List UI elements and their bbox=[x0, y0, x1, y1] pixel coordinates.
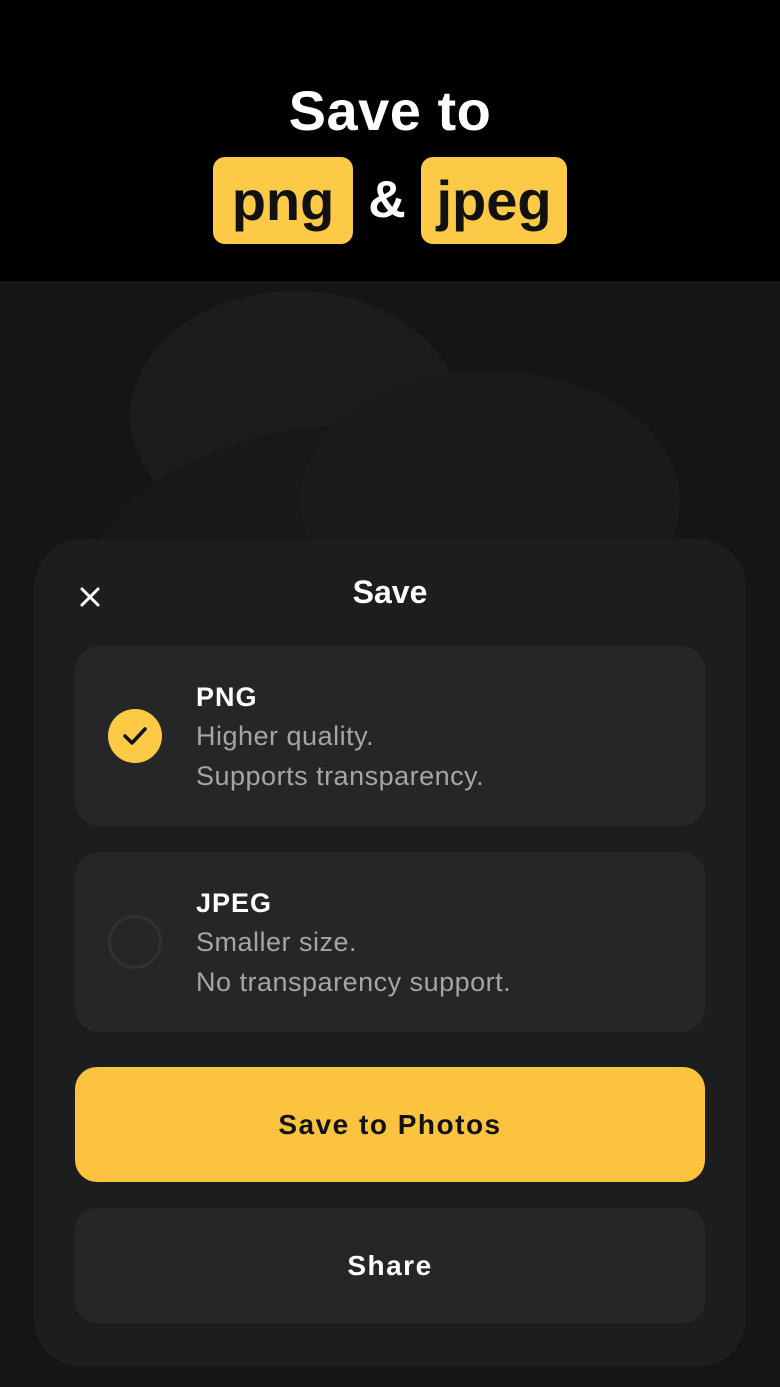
option-jpeg[interactable]: JPEG Smaller size. No transparency suppo… bbox=[75, 852, 705, 1032]
headline-line2: png & jpeg bbox=[0, 156, 780, 244]
jpeg-pill: jpeg bbox=[421, 156, 567, 244]
radio-checked[interactable] bbox=[108, 709, 162, 763]
option-png[interactable]: PNG Higher quality. Supports transparenc… bbox=[75, 646, 705, 826]
option-text: JPEG Smaller size. No transparency suppo… bbox=[196, 884, 511, 1002]
option-description-1: Smaller size. bbox=[196, 927, 358, 957]
option-title: JPEG bbox=[196, 888, 273, 918]
checkmark-icon bbox=[123, 727, 147, 745]
headline-line1: Save to bbox=[288, 79, 492, 142]
promo-header: Save to png & jpeg bbox=[0, 0, 780, 281]
option-title: PNG bbox=[196, 682, 258, 712]
save-to-photos-button[interactable]: Save to Photos bbox=[75, 1067, 705, 1182]
png-pill: png bbox=[213, 156, 353, 244]
option-description-1: Higher quality. bbox=[196, 721, 375, 751]
screen: Save to png & jpeg Save PNG Higher quali… bbox=[0, 0, 780, 1387]
option-text: PNG Higher quality. Supports transparenc… bbox=[196, 678, 484, 796]
option-description-2: No transparency support. bbox=[196, 967, 512, 997]
save-sheet: Save PNG Higher quality. Supports transp… bbox=[34, 539, 746, 1367]
sheet-title: Save bbox=[352, 574, 428, 610]
ampersand: & bbox=[368, 171, 406, 229]
radio-unchecked[interactable] bbox=[108, 915, 162, 969]
option-description-2: Supports transparency. bbox=[196, 761, 485, 791]
share-button[interactable]: Share bbox=[75, 1208, 705, 1323]
